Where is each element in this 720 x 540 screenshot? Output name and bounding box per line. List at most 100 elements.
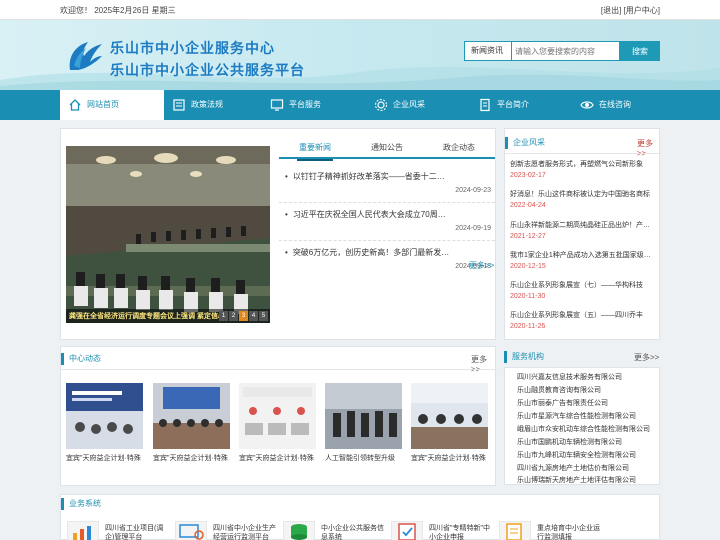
news-slideshow[interactable]: 龚强在全省经济运行调度专题会议上强调 紧定信心 1 2 3 4 5: [66, 146, 270, 323]
nav-item-label: 平台服务: [289, 100, 321, 109]
nav-item-about[interactable]: 平台简介: [478, 90, 529, 120]
nav-item-label: 企业风采: [393, 100, 425, 109]
slide-dot[interactable]: 5: [259, 311, 268, 321]
company-more-link[interactable]: 更多>>: [637, 138, 659, 158]
orgs-more-link[interactable]: 更多>>: [634, 352, 659, 363]
list-item[interactable]: 乐山博瑞新天房地产土地评估有限公司: [517, 475, 636, 485]
company-news-date: 2022-04-24: [510, 202, 546, 209]
list-item[interactable]: 峨眉山市众安机动车综合性能检测有限公司: [517, 424, 650, 434]
gear-icon: [375, 99, 387, 111]
news-thumb[interactable]: 宜宾"天府益企计划·特殊: [153, 383, 230, 462]
nav-item-services[interactable]: 平台服务: [270, 90, 321, 120]
news-title[interactable]: 突破6万亿元，创历史新高！多部门最新发…: [285, 247, 490, 258]
news-thumb[interactable]: 宜宾"天府益企计划·特殊: [411, 383, 488, 462]
slide-caption-bar: 龚强在全省经济运行调度专题会议上强调 紧定信心 1 2 3 4 5: [66, 309, 270, 323]
nav-item-label: 政策法规: [191, 100, 223, 109]
nav-item-label: 平台简介: [497, 100, 529, 109]
thumb-caption[interactable]: 宜宾"天府益企计划·特殊: [411, 453, 501, 463]
company-news-title[interactable]: 乐山企业系列形象展宣（五）——四川乔丰: [510, 310, 655, 320]
slide-dot-active[interactable]: 3: [239, 311, 248, 321]
list-item[interactable]: 四川省九源房地产土地估价有限公司: [517, 463, 629, 473]
company-news-title[interactable]: 乐山永祥新能源二期高纯晶硅正品出炉！产…: [510, 220, 655, 230]
bar-chart-icon: [67, 521, 99, 540]
biz-title: 业务系统: [61, 493, 101, 515]
biz-item[interactable]: 四川省工业项目(调企)管理平台: [61, 521, 169, 540]
list-item[interactable]: 以钉钉子精神抓好改革落实——省委十二… 2024-09-23: [279, 165, 495, 203]
list-item[interactable]: 乐山企业系列形象展宣（五）——四川乔丰 2020-11-26: [510, 310, 660, 330]
news-thumb[interactable]: 宜宾"天府益企计划·特殊: [239, 383, 316, 462]
list-item[interactable]: 突破6万亿元，创历史新高！多部门最新发… 2024-09-13: [279, 241, 495, 279]
company-news-title[interactable]: 好消息！乐山这件商标被认定为中国驰名商标: [510, 189, 655, 199]
list-item[interactable]: 乐山市国鹏机动车辆检测有限公司: [517, 437, 622, 447]
user-links[interactable]: [退出] [用户中心]: [601, 5, 660, 16]
tab-gov-business[interactable]: 政企动态: [423, 137, 495, 159]
thumb-image: [411, 383, 488, 449]
company-panel: 企业风采 更多>> 创新志愿者服务形式，再塑燃气公司新形象 2023-02-17…: [504, 128, 661, 340]
slide-dot[interactable]: 1: [219, 311, 228, 321]
center-news-title: 中心动态: [61, 348, 101, 370]
biz-item[interactable]: 四川省中小企业生产经营运行监测平台: [169, 521, 277, 540]
list-item[interactable]: 好消息！乐山这件商标被认定为中国驰名商标 2022-04-24: [510, 189, 660, 209]
news-tabs: 重要新闻 通知公告 政企动态: [279, 137, 495, 161]
list-item[interactable]: 乐山永祥新能源二期高纯晶硅正品出炉！产… 2021-12-27: [510, 220, 660, 240]
search-category-select[interactable]: 新闻资讯: [464, 41, 512, 61]
list-item[interactable]: 乐山市星源汽车综合性能检测有限公司: [517, 411, 636, 421]
thumb-caption[interactable]: 宜宾"天府益企计划·特殊: [153, 453, 243, 463]
list-item[interactable]: 四川兴嘉友信息技术服务有限公司: [517, 372, 622, 382]
nav-item-company[interactable]: 企业风采: [374, 90, 425, 120]
center-more-link[interactable]: 更多>>: [471, 354, 495, 374]
news-title[interactable]: 习近平在庆祝全国人民代表大会成立70周…: [285, 209, 490, 220]
list-item[interactable]: 乐山市九峰机动车辆安全检测有限公司: [517, 450, 636, 460]
thumb-caption[interactable]: 宜宾"天府益企计划·特殊: [239, 453, 329, 463]
thumb-image: [153, 383, 230, 449]
database-icon: [283, 521, 315, 540]
tab-important-news[interactable]: 重要新闻: [279, 137, 351, 161]
nav-item-home[interactable]: 网站首页: [60, 90, 164, 120]
brand-title-secondary: 乐山市中小企业公共服务平台: [110, 62, 305, 78]
biz-item[interactable]: 中小企业公共服务信息系统: [277, 521, 385, 540]
biz-item[interactable]: 重点培育中小企业运行监测填报: [493, 521, 601, 540]
thumb-image: [325, 383, 402, 449]
site-header: 乐山市中小企业服务中心 乐山市中小企业公共服务平台 新闻资讯 搜索: [0, 20, 720, 90]
divider: [505, 153, 661, 154]
slide-dot[interactable]: 4: [249, 311, 258, 321]
list-item[interactable]: 习近平在庆祝全国人民代表大会成立70周… 2024-09-19: [279, 203, 495, 241]
book-icon: [173, 99, 185, 111]
company-title: 企业风采: [505, 132, 545, 154]
document-icon: [480, 98, 490, 112]
biz-item-label: 四川省工业项目(调企)管理平台: [105, 525, 164, 540]
phoenix-logo-icon: [69, 42, 102, 70]
search-input[interactable]: [512, 41, 620, 61]
tab-notices[interactable]: 通知公告: [351, 137, 423, 159]
monitor-icon: [270, 99, 284, 111]
list-item[interactable]: 我市1家企业1种产品成功入选第五批国家级… 2020-12-15: [510, 250, 660, 270]
thumb-caption[interactable]: 宜宾"天府益企计划·特殊: [66, 453, 156, 463]
biz-item[interactable]: 四川省"专精特新"中小企业申报: [385, 521, 493, 540]
nav-item-consult[interactable]: 在线咨询: [580, 90, 631, 120]
news-more-link[interactable]: 更多>>: [469, 260, 494, 271]
company-news-title[interactable]: 乐山企业系列形象展宣（七）——华构科技: [510, 280, 655, 290]
list-item[interactable]: 乐山企业系列形象展宣（七）——华构科技 2020-11-30: [510, 280, 660, 300]
list-item[interactable]: 乐山市丽泰广告有限责任公司: [517, 398, 608, 408]
list-item[interactable]: 乐山融贯教育咨询有限公司: [517, 385, 601, 395]
business-systems-panel: 业务系统 四川省工业项目(调企)管理平台 四川省中小企业生产经营运行监测平台 中…: [60, 494, 660, 540]
company-news-title[interactable]: 我市1家企业1种产品成功入选第五批国家级…: [510, 250, 655, 260]
news-title[interactable]: 以钉钉子精神抓好改革落实——省委十二…: [285, 171, 490, 182]
news-date: 2024-09-19: [455, 225, 491, 232]
company-news-date: 2020-12-15: [510, 263, 546, 270]
biz-item-label: 中小企业公共服务信息系统: [321, 525, 384, 540]
divider: [61, 369, 497, 370]
thumb-caption[interactable]: 人工智能引领转型升级: [325, 453, 415, 463]
slide-dot[interactable]: 2: [229, 311, 238, 321]
news-thumb[interactable]: 人工智能引领转型升级: [325, 383, 402, 462]
slide-caption[interactable]: 龚强在全省经济运行调度专题会议上强调 紧定信心: [69, 311, 229, 321]
orgs-list: 四川兴嘉友信息技术服务有限公司 乐山融贯教育咨询有限公司 乐山市丽泰广告有限责任…: [504, 367, 660, 485]
list-item[interactable]: 创新志愿者服务形式，再塑燃气公司新形象 2023-02-17: [510, 159, 660, 179]
search-bar: 新闻资讯 搜索: [464, 41, 660, 61]
thumb-image: [239, 383, 316, 449]
search-button[interactable]: 搜索: [620, 41, 660, 61]
news-thumb[interactable]: 宜宾"天府益企计划·特殊: [66, 383, 143, 462]
thumb-image: [66, 383, 143, 449]
nav-item-policy[interactable]: 政策法规: [172, 90, 223, 120]
company-news-title[interactable]: 创新志愿者服务形式，再塑燃气公司新形象: [510, 159, 655, 169]
